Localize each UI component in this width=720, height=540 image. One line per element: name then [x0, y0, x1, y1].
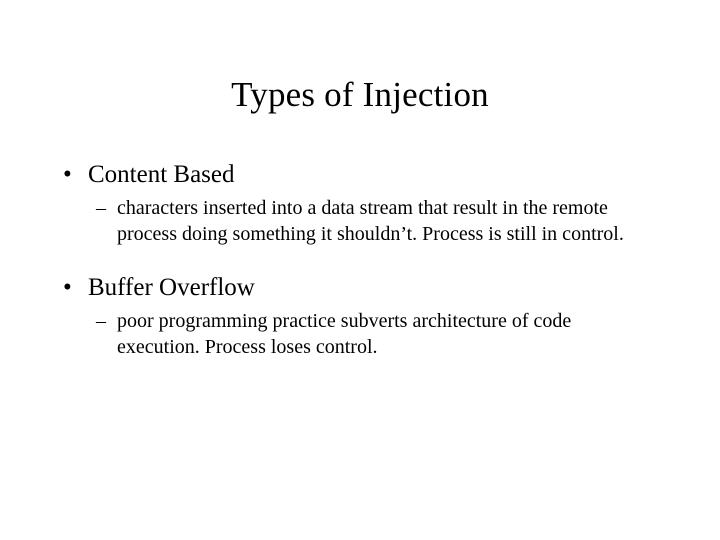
sub-bullet-text: characters inserted into a data stream t… [117, 197, 624, 245]
sub-bullet-item-content-based-detail: – characters inserted into a data stream… [96, 196, 676, 247]
bullet-marker-icon: • [63, 274, 72, 301]
bullet-label: Buffer Overflow [88, 274, 255, 301]
slide-title: Types of Injection [231, 75, 489, 114]
sub-bullet-item-buffer-overflow-detail: – poor programming practice subverts arc… [96, 309, 676, 360]
dash-marker-icon: – [96, 197, 106, 219]
sub-bullet-text: poor programming practice subverts archi… [117, 310, 572, 358]
bullet-label: Content Based [88, 161, 235, 188]
slide-body-content: • Content Based – characters inserted in… [56, 158, 676, 360]
bullet-item-buffer-overflow: • Buffer Overflow [56, 271, 676, 304]
presentation-slide: Types of Injection • Content Based – cha… [0, 0, 720, 540]
bullet-item-content-based: • Content Based [56, 158, 676, 191]
bullet-marker-icon: • [63, 161, 72, 188]
dash-marker-icon: – [96, 310, 106, 332]
